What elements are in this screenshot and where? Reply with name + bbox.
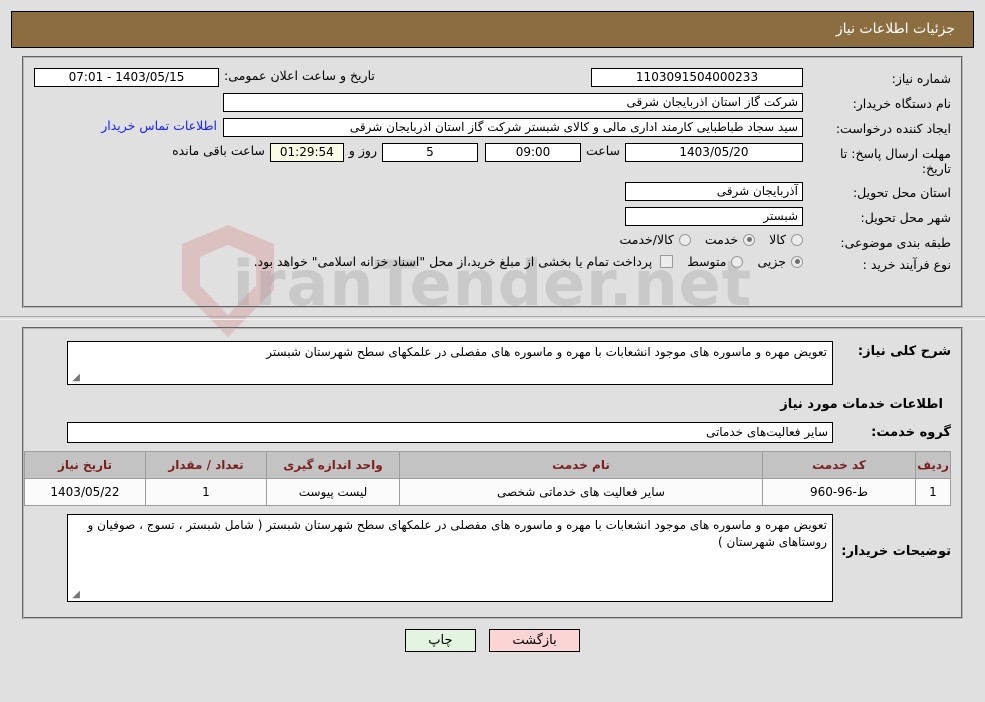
cell-date: 1403/05/22	[24, 478, 146, 506]
deadline-label: مهلت ارسال پاسخ: تا تاریخ:	[840, 146, 951, 176]
row-service-group: گروه خدمت: سایر فعالیت‌های خدماتی	[34, 422, 951, 443]
category-option-2[interactable]: کالا/خدمت	[605, 232, 691, 247]
city-field[interactable]: شبستر	[625, 207, 803, 226]
treasury-option[interactable]: پرداخت تمام یا بخشی از مبلغ خرید،از محل …	[254, 254, 674, 269]
back-button[interactable]: بازگشت	[489, 629, 580, 652]
category-option-1[interactable]: خدمت	[691, 232, 756, 247]
row-overall-desc: شرح کلی نیاز: تعویض مهره و ماسوره های مو…	[34, 341, 951, 385]
resize-grip-icon-notes[interactable]: ◢	[70, 590, 80, 600]
th-unit: واحد اندازه گیری	[266, 451, 400, 479]
category-option-label-0: کالا	[769, 232, 786, 247]
row-buyer-org: نام دستگاه خریدار: شرکت گاز استان اذربای…	[34, 93, 951, 112]
need-info-panel: شماره نیاز: 1103091504000233 تاریخ و ساع…	[22, 56, 963, 308]
deadline-date-field[interactable]: 1403/05/20	[625, 143, 803, 162]
requester-label: ایجاد کننده درخواست:	[835, 121, 951, 136]
category-option-label-1: خدمت	[704, 232, 739, 247]
process-option-0[interactable]: جزیی	[743, 254, 803, 269]
buyer-notes-text: تعویض مهره و ماسوره های موجود انشعابات ب…	[87, 518, 827, 549]
deadline-time-field[interactable]: 09:00	[484, 143, 581, 162]
radio-icon-kala[interactable]	[791, 233, 803, 246]
buyer-org-label: نام دستگاه خریدار:	[852, 96, 951, 111]
services-section-title: اطلاعات خدمات مورد نیاز	[780, 397, 943, 412]
button-bar: بازگشت چاپ	[0, 629, 985, 652]
province-field[interactable]: آذربایجان شرقی	[625, 182, 803, 201]
radio-icon-kala-khedmat[interactable]	[678, 233, 691, 246]
overall-desc-label: شرح کلی نیاز:	[857, 344, 951, 359]
print-button[interactable]: چاپ	[405, 629, 476, 652]
row-deadline: مهلت ارسال پاسخ: تا تاریخ: 1403/05/20 سا…	[34, 143, 951, 176]
province-label: استان محل تحویل:	[852, 185, 951, 200]
th-code: کد خدمت	[762, 451, 916, 479]
row-city: شهر محل تحویل: شبستر	[34, 207, 951, 226]
cell-radif: 1	[915, 478, 951, 506]
buyer-contact-link[interactable]: اطلاعات تماس خریدار	[101, 118, 223, 133]
row-requester: ایجاد کننده درخواست: سید سجاد طباطبایی ک…	[34, 118, 951, 137]
need-number-label: شماره نیاز:	[891, 71, 951, 86]
th-qty: تعداد / مقدار	[145, 451, 267, 479]
row-purchase-process: نوع فرآیند خرید : جزیی متوسط پرداخت تمام…	[34, 254, 951, 272]
radio-icon-motavasset[interactable]	[731, 255, 744, 268]
remaining-time-caption: ساعت باقی مانده	[172, 143, 265, 158]
category-label: طبقه بندی موضوعی:	[840, 235, 951, 250]
cell-code: ط-96-960	[762, 478, 916, 506]
th-date: تاریخ نیاز	[24, 451, 146, 479]
th-radif: ردیف	[915, 451, 951, 479]
city-label: شهر محل تحویل:	[860, 210, 951, 225]
service-group-label: گروه خدمت:	[871, 425, 951, 440]
row-province: استان محل تحویل: آذربایجان شرقی	[34, 182, 951, 201]
overall-desc-text: تعویض مهره و ماسوره های موجود انشعابات ب…	[266, 345, 827, 359]
treasury-note: پرداخت تمام یا بخشی از مبلغ خرید،از محل …	[253, 254, 653, 269]
announce-datetime-field[interactable]: 1403/05/15 - 07:01	[34, 68, 219, 87]
process-option-label-1: متوسط	[687, 254, 727, 269]
checkbox-icon-treasury[interactable]	[660, 255, 674, 268]
deadline-time-caption: ساعت	[585, 143, 620, 158]
requester-field[interactable]: سید سجاد طباطبایی کارمند اداری مالی و کا…	[223, 118, 803, 137]
table-header-row: ردیف کد خدمت نام خدمت واحد اندازه گیری ت…	[24, 451, 951, 479]
panel-divider	[0, 316, 985, 320]
table-row[interactable]: 1 ط-96-960 سایر فعالیت های خدماتی شخصی ل…	[24, 478, 951, 506]
process-option-1[interactable]: متوسط	[673, 254, 744, 269]
buyer-notes-label: توضیحات خریدار:	[841, 544, 951, 559]
process-label: نوع فرآیند خرید :	[862, 257, 951, 272]
cell-qty: 1	[145, 478, 267, 506]
remaining-days-field[interactable]: 5	[381, 143, 478, 162]
cell-unit: لیست پیوست	[266, 478, 400, 506]
remaining-time-field[interactable]: 01:29:54	[269, 143, 344, 162]
need-number-field[interactable]: 1103091504000233	[591, 68, 803, 87]
process-option-label-0: جزیی	[757, 254, 786, 269]
buyer-notes-textarea[interactable]: تعویض مهره و ماسوره های موجود انشعابات ب…	[67, 514, 833, 602]
service-items-table: ردیف کد خدمت نام خدمت واحد اندازه گیری ت…	[24, 451, 951, 506]
service-details-panel: شرح کلی نیاز: تعویض مهره و ماسوره های مو…	[22, 327, 963, 619]
category-option-label-2: کالا/خدمت	[619, 232, 674, 247]
cell-name: سایر فعالیت های خدماتی شخصی	[399, 478, 763, 506]
overall-desc-textarea[interactable]: تعویض مهره و ماسوره های موجود انشعابات ب…	[67, 341, 833, 385]
resize-grip-icon[interactable]: ◢	[70, 373, 80, 383]
row-category: طبقه بندی موضوعی: کالا خدمت کالا/خدمت	[34, 232, 951, 250]
buyer-org-field[interactable]: شرکت گاز استان اذربایجان شرقی	[223, 93, 803, 112]
radio-icon-jozii[interactable]	[791, 255, 803, 268]
th-name: نام خدمت	[399, 451, 763, 479]
service-group-field[interactable]: سایر فعالیت‌های خدماتی	[67, 422, 833, 443]
announce-label: تاریخ و ساعت اعلان عمومی:	[224, 68, 375, 83]
radio-icon-khedmat[interactable]	[743, 233, 756, 246]
page-title: جزئیات اطلاعات نیاز	[11, 11, 974, 48]
category-option-0[interactable]: کالا	[755, 232, 803, 247]
remaining-days-caption: روز و	[348, 143, 377, 158]
row-need-number: شماره نیاز: 1103091504000233 تاریخ و ساع…	[34, 68, 951, 87]
row-buyer-notes: توضیحات خریدار: تعویض مهره و ماسوره های …	[34, 514, 951, 602]
